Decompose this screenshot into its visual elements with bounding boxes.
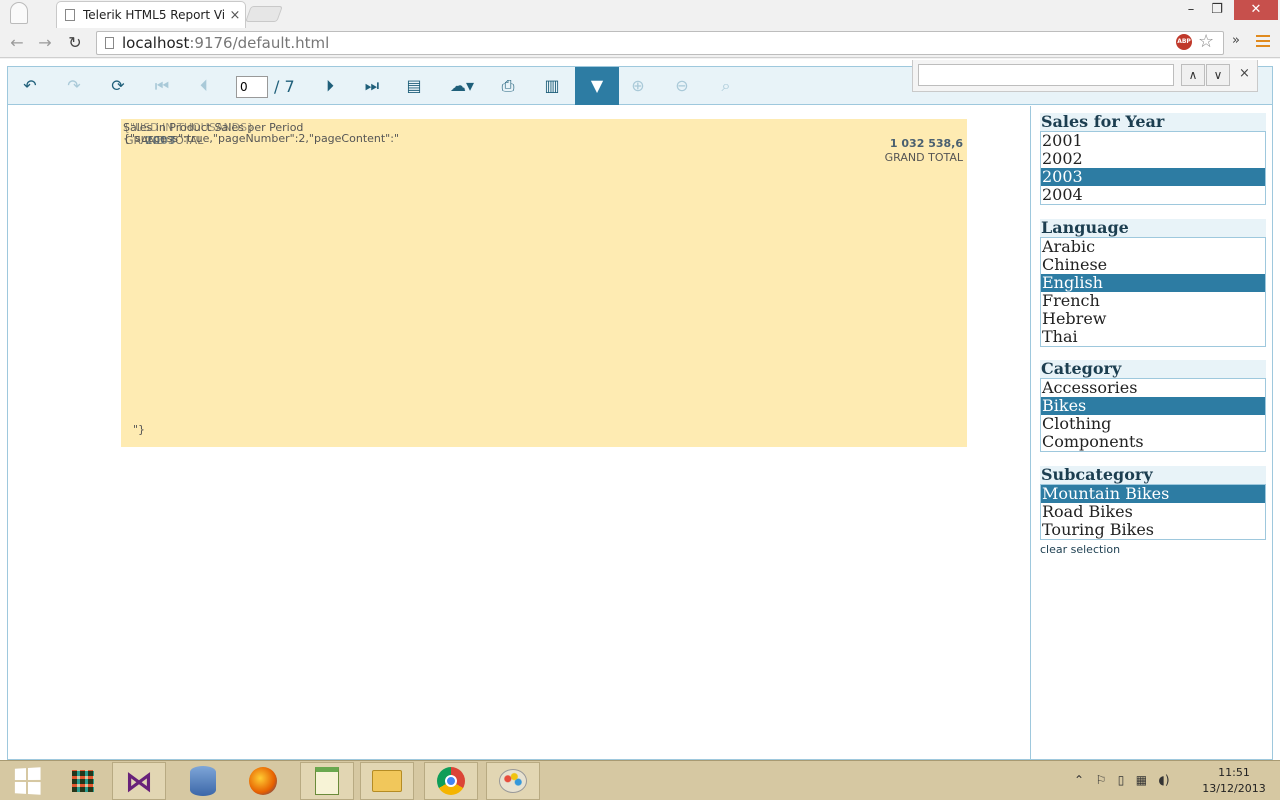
new-tab-button[interactable]: [245, 6, 283, 22]
list-item[interactable]: Road Bikes: [1041, 503, 1265, 521]
param-sales-year: Sales for Year 2001 2002 2003 2004: [1040, 113, 1266, 205]
page-icon: [105, 37, 114, 49]
find-next-button[interactable]: ∨: [1206, 64, 1230, 86]
refresh-icon[interactable]: ⟳: [96, 67, 140, 105]
browser-toolbar: ← → ↻ localhost:9176/default.html: [0, 28, 1280, 58]
clock-date: 13/12/2013: [1202, 782, 1266, 795]
param-listbox[interactable]: Mountain Bikes Road Bikes Touring Bikes: [1040, 484, 1266, 540]
find-previous-button[interactable]: ∧: [1181, 64, 1205, 86]
window-maximize-button[interactable]: ❐: [1206, 0, 1228, 20]
apps-grid-icon[interactable]: [56, 762, 110, 800]
report-footer: "}: [133, 423, 146, 436]
list-item[interactable]: Components: [1041, 433, 1265, 451]
browser-titlebar: Telerik HTML5 Report Vie × – ❐ ✕: [0, 0, 1280, 28]
tab-title: Telerik HTML5 Report Vie: [83, 8, 225, 22]
first-page-icon[interactable]: ⏮: [140, 67, 184, 105]
system-tray[interactable]: ⌃ ⚐ ▯ ▦ ◖): [1074, 773, 1170, 787]
param-language: Language Arabic Chinese English French H…: [1040, 219, 1266, 347]
list-item[interactable]: French: [1041, 292, 1265, 310]
last-page-icon[interactable]: ⏭: [350, 67, 394, 105]
list-item[interactable]: 2002: [1041, 150, 1265, 168]
address-bar[interactable]: localhost:9176/default.html: [96, 31, 1224, 55]
report-viewer: ↶ ↷ ⟳ ⏮ ⏴ 0 / 7 ⏵ ⏭ ▤ ☁▾ ⎙ ▥ ▼ ⊕ ⊖ ⌕ Sal…: [7, 66, 1273, 760]
list-item[interactable]: Chinese: [1041, 256, 1265, 274]
window-minimize-button[interactable]: –: [1180, 0, 1202, 20]
page-content: ↶ ↷ ⟳ ⏮ ⏴ 0 / 7 ⏵ ⏭ ▤ ☁▾ ⎙ ▥ ▼ ⊕ ⊖ ⌕ Sal…: [0, 59, 1280, 761]
parameters-filter-icon[interactable]: ▼: [575, 67, 619, 105]
report-total-value: 1 032 538,6: [889, 137, 963, 150]
tab-close-button[interactable]: ×: [225, 8, 245, 23]
param-listbox[interactable]: Accessories Bikes Clothing Components: [1040, 378, 1266, 452]
list-item-selected[interactable]: 2003: [1041, 168, 1265, 186]
document-map-icon[interactable]: ▥: [530, 67, 574, 105]
param-label: Language: [1040, 219, 1266, 237]
bookmark-star-icon[interactable]: ☆: [1198, 31, 1214, 52]
paint-icon[interactable]: [486, 762, 540, 800]
forward-arrow-icon[interactable]: →: [34, 32, 56, 54]
page-icon: [65, 9, 75, 21]
notepad-icon[interactable]: [300, 762, 354, 800]
report-grand-total-label: GRAND TOTAL: [884, 151, 963, 164]
param-label: Sales for Year: [1040, 113, 1266, 131]
url-path: :9176/default.html: [189, 34, 330, 52]
param-label: Subcategory: [1040, 466, 1266, 484]
extensions-chevron-icon[interactable]: »: [1232, 33, 1240, 48]
param-subcategory: Subcategory Mountain Bikes Road Bikes To…: [1040, 466, 1266, 540]
chrome-menu-icon[interactable]: [1256, 35, 1270, 50]
page-number-input[interactable]: 0: [236, 76, 268, 98]
print-preview-icon[interactable]: ▤: [392, 67, 436, 105]
list-item-selected[interactable]: Bikes: [1041, 397, 1265, 415]
file-explorer-icon[interactable]: [360, 762, 414, 800]
previous-page-icon[interactable]: ⏴: [182, 67, 226, 105]
param-category: Category Accessories Bikes Clothing Comp…: [1040, 360, 1266, 452]
windows-logo-icon: [14, 767, 41, 795]
list-item-selected[interactable]: Mountain Bikes: [1041, 485, 1265, 503]
next-page-icon[interactable]: ⏵: [308, 67, 352, 105]
list-item[interactable]: Thai: [1041, 328, 1265, 346]
firefox-icon[interactable]: [236, 762, 290, 800]
list-item[interactable]: Clothing: [1041, 415, 1265, 433]
list-item[interactable]: 2001: [1041, 132, 1265, 150]
clear-selection-link[interactable]: clear selection: [1040, 543, 1120, 556]
report-page: Sales in Product Sales per Period {"USD …: [121, 119, 967, 447]
list-item[interactable]: 2004: [1041, 186, 1265, 204]
list-item[interactable]: Arabic: [1041, 238, 1265, 256]
param-listbox[interactable]: 2001 2002 2003 2004: [1040, 131, 1266, 205]
zoom-out-icon[interactable]: ⊖: [660, 67, 704, 105]
parameters-panel: Sales for Year 2001 2002 2003 2004 Langu…: [1030, 106, 1272, 760]
database-icon[interactable]: [176, 762, 230, 800]
start-button[interactable]: [0, 762, 54, 800]
list-item-selected[interactable]: English: [1041, 274, 1265, 292]
export-icon[interactable]: ☁▾: [438, 67, 486, 105]
find-input[interactable]: [918, 64, 1174, 86]
windows-taskbar: ⋈ ⌃ ⚐ ▯ ▦ ◖) 11:51 13/12/2013: [0, 760, 1280, 800]
profile-icon[interactable]: [10, 2, 28, 24]
url-host: localhost: [122, 34, 190, 52]
param-listbox[interactable]: Arabic Chinese English French Hebrew Tha…: [1040, 237, 1266, 347]
list-item[interactable]: Touring Bikes: [1041, 521, 1265, 539]
vs-glyph: ⋈: [125, 764, 153, 798]
forward-icon[interactable]: ↷: [52, 67, 96, 105]
browser-tab[interactable]: Telerik HTML5 Report Vie ×: [56, 1, 246, 28]
zoom-in-icon[interactable]: ⊕: [616, 67, 660, 105]
find-bar: ∧ ∨ ×: [912, 60, 1258, 92]
adblock-icon[interactable]: ABP: [1176, 34, 1192, 50]
find-close-button[interactable]: ×: [1239, 66, 1250, 81]
clock-time: 11:51: [1218, 766, 1250, 779]
print-icon[interactable]: ⎙: [486, 67, 530, 105]
visual-studio-icon[interactable]: ⋈: [112, 762, 166, 800]
back-arrow-icon[interactable]: ←: [6, 32, 28, 54]
reload-icon[interactable]: ↻: [64, 32, 86, 54]
chrome-icon[interactable]: [424, 762, 478, 800]
param-label: Category: [1040, 360, 1266, 378]
window-close-button[interactable]: ✕: [1234, 0, 1278, 20]
back-icon[interactable]: ↶: [8, 67, 52, 105]
page-total: / 7: [274, 77, 295, 96]
list-item[interactable]: Hebrew: [1041, 310, 1265, 328]
report-year: 2003: [145, 134, 176, 147]
list-item[interactable]: Accessories: [1041, 379, 1265, 397]
taskbar-clock[interactable]: 11:51 13/12/2013: [1196, 765, 1272, 797]
zoom-fit-icon[interactable]: ⌕: [704, 67, 748, 105]
